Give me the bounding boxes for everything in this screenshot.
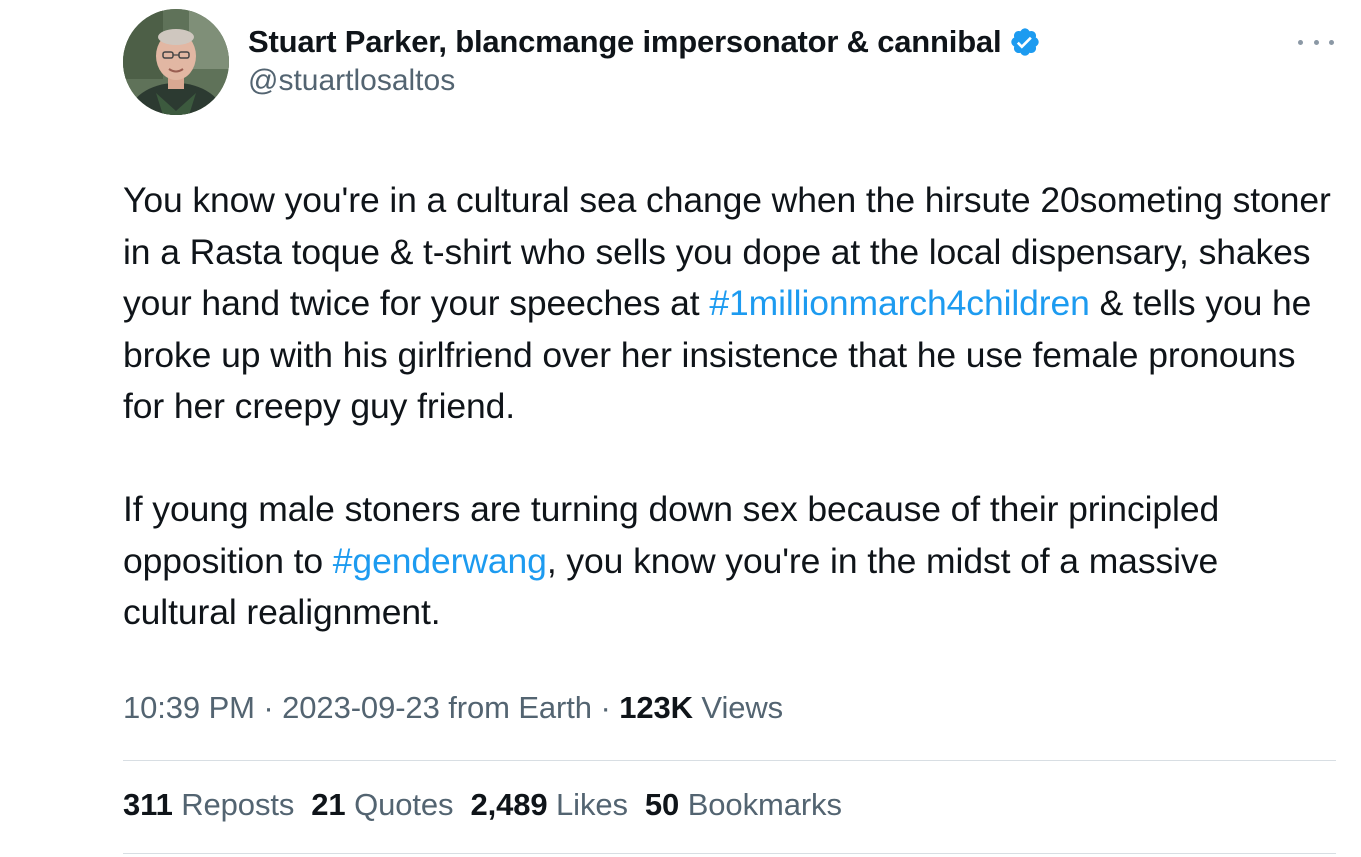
views-count[interactable]: 123K <box>619 690 693 725</box>
author-info: Stuart Parker, blancmange impersonator &… <box>248 20 1041 98</box>
tweet-source: from Earth <box>439 690 592 725</box>
tweet-time[interactable]: 10:39 PM <box>123 690 255 725</box>
tweet-paragraph-2: If young male stoners are turning down s… <box>123 484 1338 639</box>
author-name[interactable]: Stuart Parker, blancmange impersonator &… <box>248 24 1002 60</box>
divider <box>123 760 1336 761</box>
avatar[interactable] <box>123 9 229 115</box>
engagement-stats: 311 Reposts 21 Quotes 2,489 Likes 50 Boo… <box>123 787 859 823</box>
hashtag-link[interactable]: #1millionmarch4children <box>709 283 1090 323</box>
tweet-paragraph-1: You know you're in a cultural sea change… <box>123 175 1338 433</box>
more-dot <box>1329 39 1334 45</box>
avatar-photo <box>123 9 229 115</box>
likes-count: 2,489 <box>470 787 548 822</box>
views-label: Views <box>692 690 784 725</box>
reposts-label: Reposts <box>172 787 295 822</box>
reposts-count: 311 <box>123 787 173 822</box>
bookmarks-stat[interactable]: 50 Bookmarks <box>645 787 842 823</box>
author-handle[interactable]: @stuartlosaltos <box>248 64 1041 98</box>
quotes-stat[interactable]: 21 Quotes <box>311 787 453 823</box>
tweet-meta: 10:39 PM · 2023-09-23 from Earth · 123K … <box>123 690 783 726</box>
meta-separator: · <box>254 690 283 725</box>
more-horizontal-icon[interactable] <box>1298 30 1334 54</box>
more-dot <box>1313 39 1319 45</box>
meta-separator: · <box>591 690 620 725</box>
likes-label: Likes <box>547 787 628 822</box>
reposts-stat[interactable]: 311 Reposts <box>123 787 294 823</box>
bookmarks-label: Bookmarks <box>679 787 842 822</box>
bookmarks-count: 50 <box>644 787 680 822</box>
hashtag-link[interactable]: #genderwang <box>333 541 547 581</box>
tweet-date[interactable]: 2023-09-23 <box>282 690 440 725</box>
more-dot <box>1298 39 1303 45</box>
quotes-count: 21 <box>311 787 346 822</box>
tweet-text: You know you're in a cultural sea change… <box>123 175 1338 639</box>
divider <box>123 853 1336 854</box>
likes-stat[interactable]: 2,489 Likes <box>470 787 628 823</box>
quotes-label: Quotes <box>345 787 454 822</box>
tweet-detail: Stuart Parker, blancmange impersonator &… <box>0 0 1361 857</box>
author-name-row: Stuart Parker, blancmange impersonator &… <box>248 20 1041 64</box>
verified-badge-icon[interactable] <box>1009 26 1041 58</box>
